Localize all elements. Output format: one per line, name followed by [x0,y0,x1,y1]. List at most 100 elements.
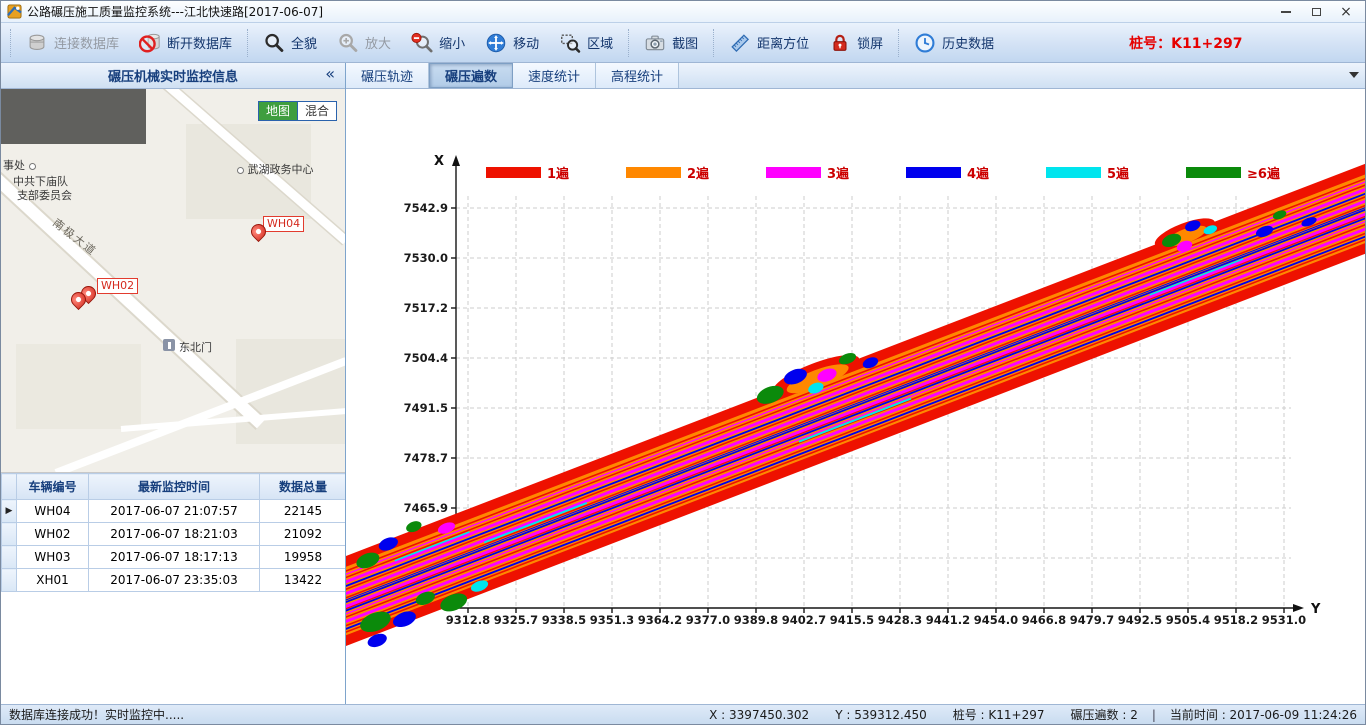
table-header-gutter [2,474,17,500]
disconnect-database-button[interactable]: 断开数据库 [129,27,242,59]
x-tick-label: 9441.2 [926,613,970,627]
vertical-axis-arrow [452,155,460,166]
cell-data-total: 21092 [260,523,346,546]
sidebar-header: 碾压机械实时监控信息 « [1,63,345,89]
tab-label: 高程统计 [611,66,663,85]
history-data-button[interactable]: 历史数据 [904,27,1004,59]
zoom-in-button[interactable]: 放大 [327,27,401,59]
legend-label: 5遍 [1107,166,1130,182]
gate-icon [163,339,175,351]
map-layer-toggle: 地图 混合 [258,101,337,121]
map-marker-label[interactable]: WH04 [263,216,304,232]
close-button[interactable]: × [1331,2,1361,22]
app-window: 公路碾压施工质量监控系统---江北快速路[2017-06-07] × 连接数据库 [0,0,1366,725]
tab-speed-stats[interactable]: 速度统计 [513,63,596,88]
tab-overflow-dropdown-icon[interactable] [1349,72,1359,78]
y-tick-label: 7530.0 [404,251,448,265]
legend-label: ≥6遍 [1247,166,1281,182]
collapse-panel-button[interactable]: « [321,64,339,83]
toolbar-label: 历史数据 [942,33,994,52]
x-tick-label: 9364.2 [638,613,682,627]
table-row[interactable]: XH01 2017-06-07 23:35:03 13422 [2,569,346,592]
region-button[interactable]: 区域 [549,27,623,59]
column-header-latest-time: 最新监控时间 [89,474,260,500]
x-tick-label: 9415.5 [830,613,874,627]
tab-label: 碾压轨迹 [361,66,413,85]
x-tick-label: 9325.7 [494,613,538,627]
tab-compaction-passes[interactable]: 碾压遍数 [429,63,513,88]
database-connect-icon [26,32,48,54]
x-tick-label: 9428.3 [878,613,922,627]
legend-swatch [1186,167,1241,178]
map-poi-label: 武湖政务中心 [237,161,314,177]
ruler-icon [729,32,751,54]
pass-count-chart-area[interactable]: 7542.97530.07517.27504.47491.57478.77465… [346,89,1365,704]
sidebar-monitor-panel: 碾压机械实时监控信息 « [1,63,346,704]
vertical-axis-title: X [434,154,444,169]
window-title: 公路碾压施工质量监控系统---江北快速路[2017-06-07] [27,3,323,20]
status-current-time: 当前时间 : 2017-06-09 11:24:26 [1170,706,1357,723]
app-icon [7,4,22,19]
x-tick-label: 9338.5 [542,613,586,627]
toolbar-label: 连接数据库 [54,33,119,52]
screenshot-button[interactable]: 截图 [634,27,708,59]
lock-screen-button[interactable]: 锁屏 [819,27,893,59]
status-station-number: 桩号 : K11+297 [953,706,1045,723]
status-y-coordinate: Y : 539312.450 [835,708,927,722]
toolbar-label: 断开数据库 [167,33,232,52]
toolbar-label: 缩小 [439,33,465,52]
cell-data-total: 22145 [260,500,346,523]
status-x-coordinate: X : 3397450.302 [709,708,809,722]
tab-label: 碾压遍数 [445,66,497,85]
map-view[interactable]: 地图 混合 事处 中共下庙队 支部委员会 武湖政务中心 南极大道 WH04 WH… [1,89,345,473]
x-tick-label: 9466.8 [1022,613,1066,627]
x-tick-label: 9377.0 [686,613,730,627]
x-tick-label: 9389.8 [734,613,778,627]
maximize-button[interactable] [1301,2,1331,22]
x-tick-label: 9518.2 [1214,613,1258,627]
map-layer-map-button[interactable]: 地图 [259,102,297,120]
toolbar-label: 区域 [587,33,613,52]
poi-dot-icon [237,167,244,174]
zoom-out-button[interactable]: 缩小 [401,27,475,59]
x-tick-label: 9454.0 [974,613,1018,627]
pass-count-chart[interactable]: 7542.97530.07517.27504.47491.57478.77465… [346,89,1365,704]
titlebar[interactable]: 公路碾压施工质量监控系统---江北快速路[2017-06-07] × [1,1,1365,23]
map-layer-hybrid-button[interactable]: 混合 [297,102,336,120]
toolbar-label: 距离方位 [757,33,809,52]
legend-swatch [486,167,541,178]
vehicle-table: 车辆编号 最新监控时间 数据总量 ▶ WH04 2017-06-07 21:07… [1,473,345,592]
cell-latest-time: 2017-06-07 23:35:03 [89,569,260,592]
legend-label: 4遍 [967,166,990,182]
column-header-data-total: 数据总量 [260,474,346,500]
legend-label: 3遍 [827,166,850,182]
full-view-button[interactable]: 全貌 [253,27,327,59]
tab-elevation-stats[interactable]: 高程统计 [596,63,679,88]
table-row[interactable]: WH02 2017-06-07 18:21:03 21092 [2,523,346,546]
lock-icon [829,32,851,54]
x-tick-label: 9505.4 [1166,613,1210,627]
legend-label: 1遍 [547,166,570,182]
y-tick-label: 7517.2 [404,301,448,315]
horizontal-axis-arrow [1293,604,1304,612]
connect-database-button[interactable]: 连接数据库 [16,27,129,59]
toolbar-separator [898,29,899,57]
x-tick-label: 9312.8 [446,613,490,627]
tab-compaction-track[interactable]: 碾压轨迹 [346,63,429,88]
table-row[interactable]: ▶ WH04 2017-06-07 21:07:57 22145 [2,500,346,523]
minimize-button[interactable] [1271,2,1301,22]
table-row[interactable]: WH03 2017-06-07 18:17:13 19958 [2,546,346,569]
legend-label: 2遍 [687,166,710,182]
main-panel: 碾压轨迹 碾压遍数 速度统计 高程统计 7542.97530.07517.275… [346,63,1365,704]
y-tick-label: 7491.5 [404,401,448,415]
legend-swatch [906,167,961,178]
pan-button[interactable]: 移动 [475,27,549,59]
legend-swatch [626,167,681,178]
map-marker-label[interactable]: WH02 [97,278,138,294]
distance-bearing-button[interactable]: 距离方位 [719,27,819,59]
cell-vehicle-id: WH03 [17,546,89,569]
y-tick-label: 7465.9 [404,501,448,515]
selected-row-indicator: ▶ [2,500,17,523]
status-pass-count: 碾压遍数 : 2 [1071,706,1138,723]
tab-label: 速度统计 [528,66,580,85]
